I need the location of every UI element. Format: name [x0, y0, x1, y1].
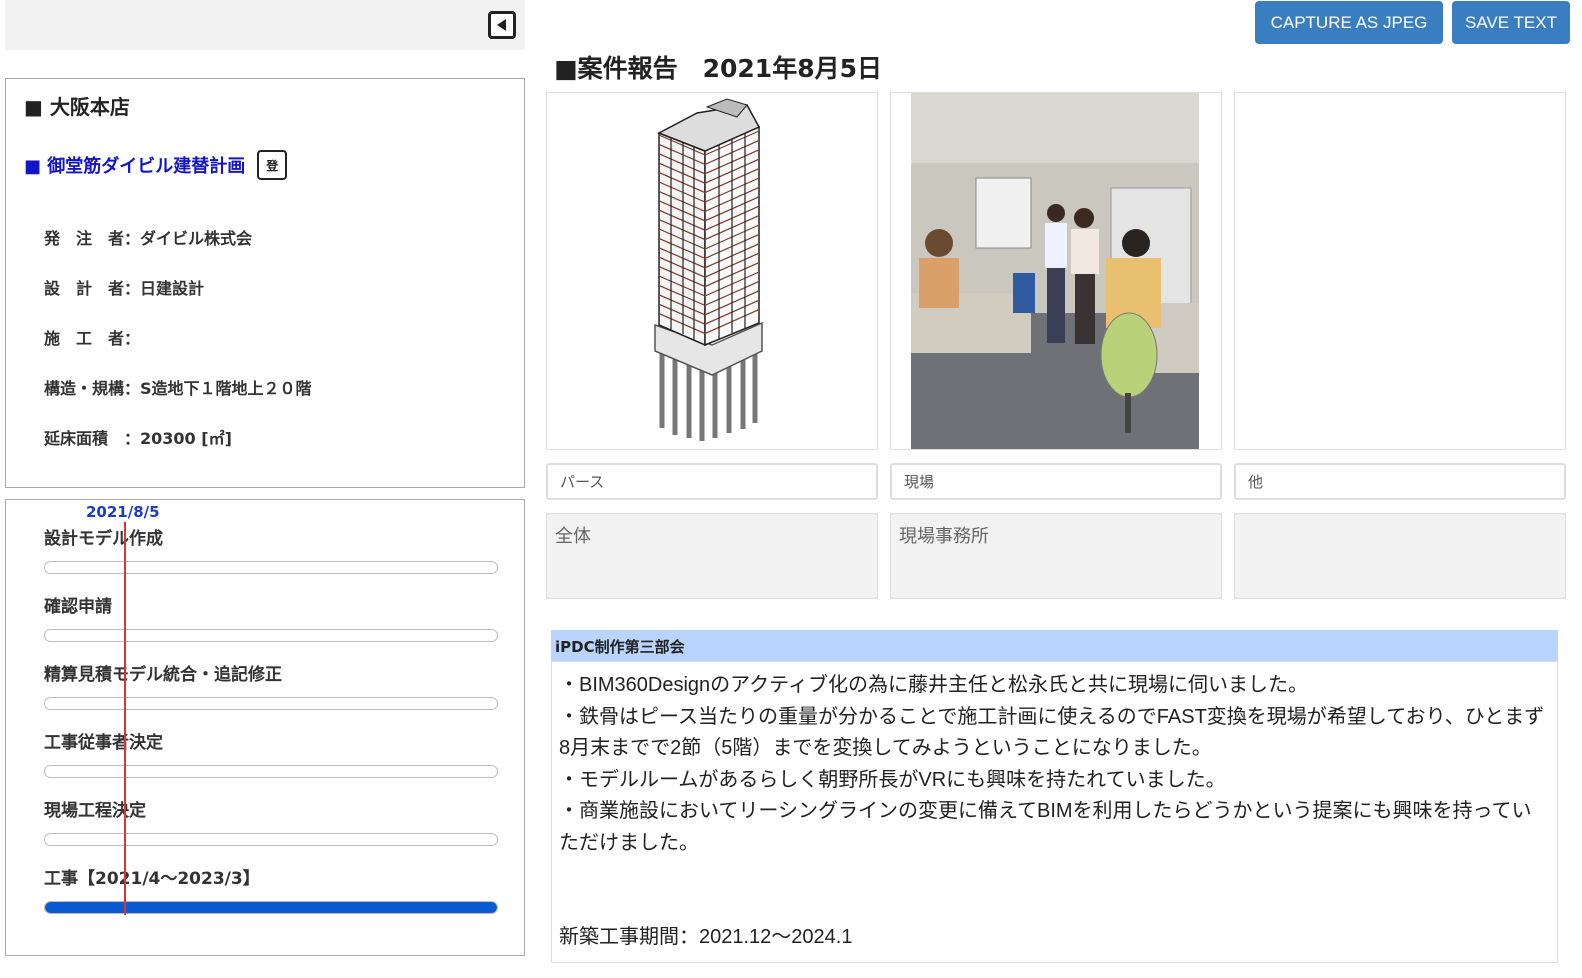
info-value: 日建設計 [140, 279, 205, 298]
project-title-link[interactable]: ■ 御堂筋ダイビル建替計画 [24, 152, 245, 178]
report-title: ■案件報告 2021年8月5日 [554, 54, 882, 83]
info-value: ダイビル株式会 [140, 229, 253, 248]
caption-input-other[interactable] [1234, 463, 1566, 500]
project-row: ■ 御堂筋ダイビル建替計画 登 [24, 150, 288, 180]
photo-slot-perspective[interactable] [546, 92, 878, 450]
info-label: 設 計 者： [44, 279, 141, 298]
photo-slot-site[interactable] [890, 92, 1222, 450]
save-text-button[interactable]: SAVE TEXT [1452, 1, 1570, 44]
comment-line: ・BIM360Designのアクティブ化の為に藤井主任と松永氏と共に現場に伺いま… [559, 674, 1308, 696]
comment-text-area[interactable]: ・BIM360Designのアクティブ化の為に藤井主任と松永氏と共に現場に伺いま… [551, 661, 1558, 963]
caption-input-site[interactable] [890, 463, 1222, 500]
task-progress-bar [44, 697, 498, 710]
task-progress-bar [44, 765, 498, 778]
info-label: 発 注 者： [44, 229, 141, 248]
project-info-panel: ■ 大阪本店 ■ 御堂筋ダイビル建替計画 登 発 注 者：ダイビル株式会 設 計… [5, 78, 525, 488]
site-office-photo-icon [911, 93, 1199, 449]
comment-header: iPDC制作第三部会 [551, 630, 1558, 661]
info-contractor: 施 工 者： [44, 325, 140, 349]
info-value: 20300 [㎡] [140, 429, 232, 448]
task-progress-bar [44, 629, 498, 642]
info-designer: 設 計 者：日建設計 [44, 275, 204, 299]
branch-title: ■ 大阪本店 [24, 95, 130, 119]
building-model-icon [654, 98, 763, 441]
comment-line: ・モデルルームがあるらしく朝野所長がVRにも興味を持たれていました。 [559, 768, 1226, 791]
caption-input-perspective[interactable] [546, 463, 878, 500]
schedule-panel: 2021/8/5 設計モデル作成 確認申請 精算見積モデル統合・追記修正 工事従… [5, 499, 525, 956]
task-progress-bar [44, 901, 498, 914]
today-marker-line [124, 522, 126, 915]
task-label: 現場工程決定 [44, 801, 146, 821]
sidebar-top-bar [5, 0, 525, 50]
description-other[interactable] [1234, 513, 1566, 599]
task-label: 工事【2021/4～2023/3】 [44, 869, 260, 889]
info-label: 構造・規構： [44, 379, 141, 398]
comment-line: ・商業施設においてリーシングラインの変更に備えてBIMを利用したらどうかという提… [559, 800, 1532, 854]
description-site[interactable] [890, 513, 1222, 599]
collapse-sidebar-icon[interactable] [488, 11, 516, 39]
info-label: 施 工 者： [44, 329, 141, 348]
task-progress-fill [45, 902, 497, 913]
info-structure: 構造・規構：S造地下１階地上２０階 [44, 375, 312, 399]
today-date-label: 2021/8/5 [86, 503, 160, 521]
register-button[interactable]: 登 [257, 150, 288, 180]
task-label: 精算見積モデル統合・追記修正 [44, 665, 282, 685]
task-label: 設計モデル作成 [44, 529, 163, 549]
construction-period: 新築工事期間：2021.12～2024.1 [559, 926, 853, 948]
info-label: 延床面積 ： [44, 429, 141, 448]
task-label: 確認申請 [44, 597, 112, 617]
task-progress-bar [44, 561, 498, 574]
task-label: 工事従事者決定 [44, 733, 163, 753]
photo-slot-other[interactable] [1234, 92, 1566, 450]
info-client: 発 注 者：ダイビル株式会 [44, 225, 252, 249]
comment-line: ・鉄骨はピース当たりの重量が分かることで施工計画に使えるのでFAST変換を現場が… [559, 705, 1545, 760]
task-progress-bar [44, 833, 498, 846]
info-floor-area: 延床面積 ：20300 [㎡] [44, 425, 232, 449]
capture-jpeg-button[interactable]: CAPTURE AS JPEG [1255, 1, 1443, 44]
description-perspective[interactable] [546, 513, 878, 599]
info-value: S造地下１階地上２０階 [140, 379, 312, 398]
